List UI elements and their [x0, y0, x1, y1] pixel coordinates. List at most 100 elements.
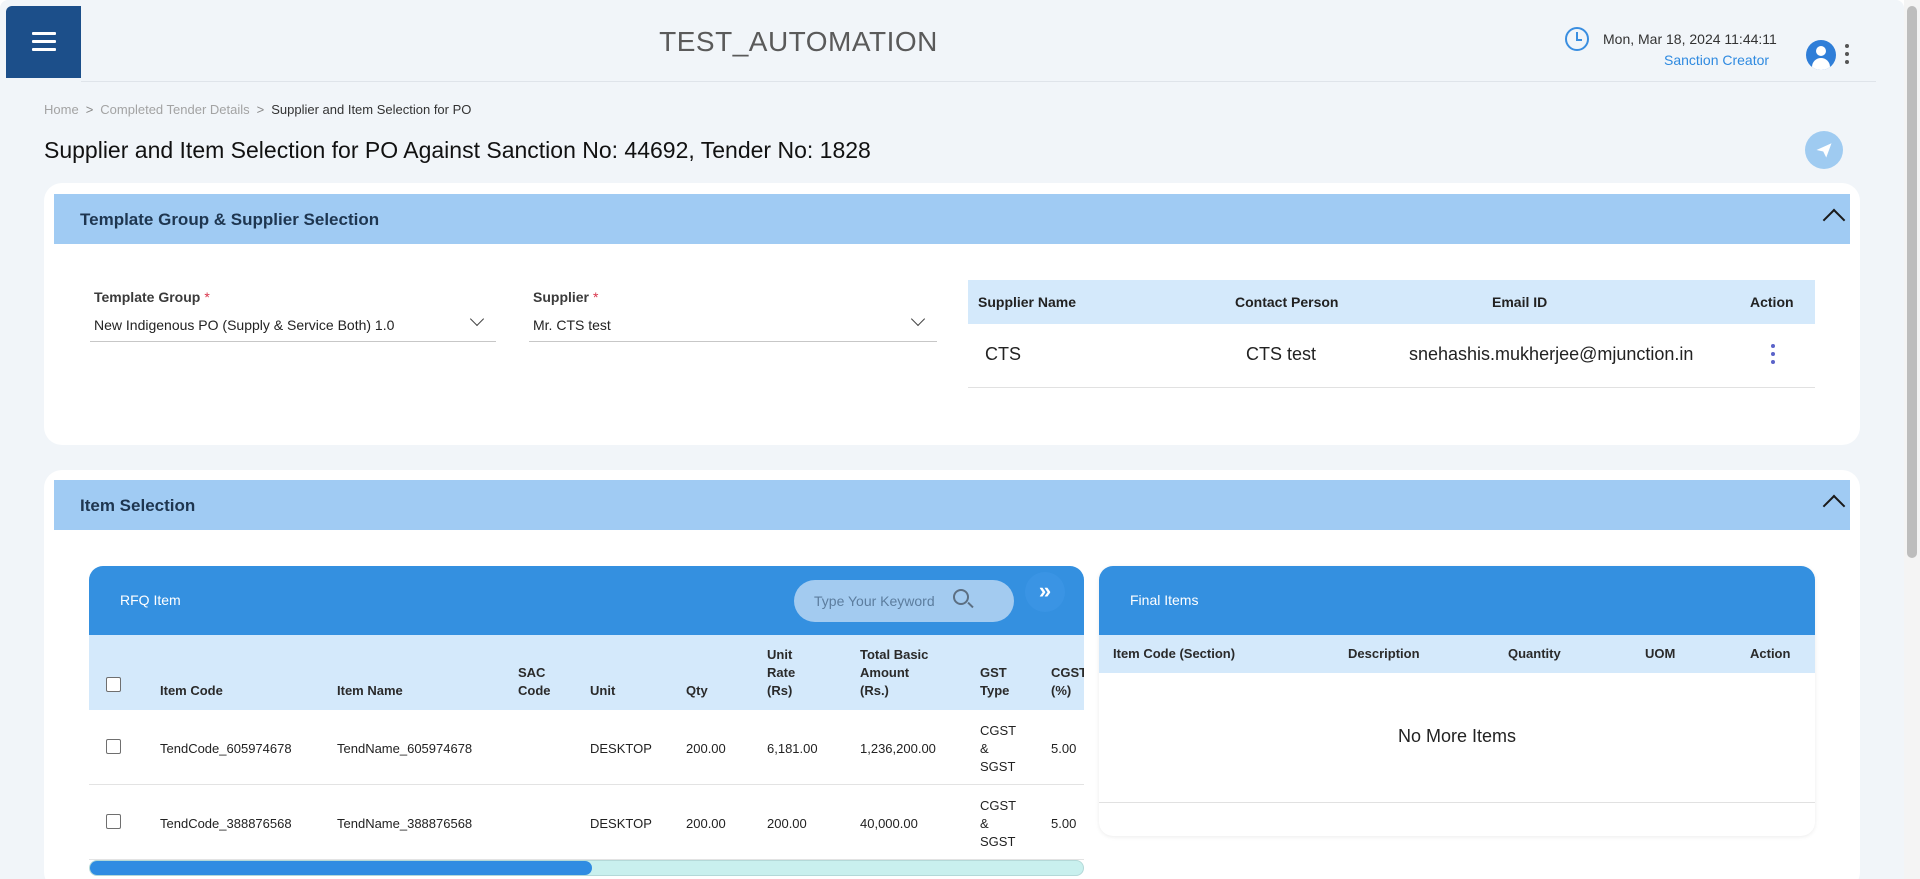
- final-items-panel: Final Items Item Code (Section) Descript…: [1099, 566, 1815, 836]
- current-datetime: Mon, Mar 18, 2024 11:44:11: [1603, 31, 1777, 47]
- column-header: Item Code (Section): [1113, 646, 1236, 661]
- column-header: CGST: [1051, 665, 1084, 680]
- breadcrumb-separator: >: [85, 102, 94, 117]
- column-header: Type: [980, 683, 1010, 698]
- email-cell: snehashis.mukherjee@mjunction.in: [1409, 344, 1694, 364]
- table-row[interactable]: TendCode_388876568 TendName_388876568 DE…: [89, 785, 1084, 860]
- column-header: SAC: [518, 665, 546, 680]
- search-box[interactable]: [794, 580, 1014, 622]
- send-icon: [1816, 143, 1832, 158]
- send-button[interactable]: [1805, 131, 1843, 169]
- template-group-select[interactable]: Template Group * New Indigenous PO (Suppl…: [90, 283, 496, 343]
- clock-icon: [1565, 27, 1589, 51]
- column-header: Supplier Name: [978, 294, 1077, 310]
- final-items-table-header: Item Code (Section) Description Quantity…: [1099, 635, 1815, 673]
- cgst-cell: 5.00: [1051, 816, 1077, 831]
- rfq-item-title: RFQ Item: [120, 592, 181, 608]
- breadcrumb-separator: >: [256, 102, 265, 117]
- template-group-value: New Indigenous PO (Supply & Service Both…: [94, 317, 395, 333]
- app-frame: TEST_AUTOMATION Mon, Mar 18, 2024 11:44:…: [0, 0, 1904, 879]
- column-header: Action: [1750, 646, 1791, 661]
- select-all-checkbox[interactable]: [106, 677, 121, 692]
- page-scroll-thumb[interactable]: [1907, 6, 1917, 558]
- column-header: Code: [518, 683, 551, 698]
- move-to-final-button[interactable]: »: [1025, 572, 1065, 612]
- user-avatar-icon[interactable]: [1806, 40, 1836, 70]
- search-icon[interactable]: [953, 589, 969, 605]
- supplier-table-header: Supplier Name Contact Person Email ID Ac…: [968, 280, 1815, 324]
- unit-rate-cell: 200.00: [767, 816, 807, 831]
- gst-type-cell: CGST: [980, 723, 1017, 738]
- double-chevron-right-icon: »: [1038, 578, 1052, 603]
- gst-type-cell: &: [980, 741, 989, 756]
- column-header: (%): [1051, 683, 1072, 698]
- item-code-cell: TendCode_605974678: [160, 741, 292, 756]
- column-header: Unit: [590, 683, 616, 698]
- contact-person-cell: CTS test: [1246, 344, 1317, 364]
- column-header: Rate: [767, 665, 796, 680]
- row-checkbox[interactable]: [106, 814, 121, 829]
- chevron-down-icon[interactable]: [469, 311, 485, 327]
- column-header: Total Basic: [860, 647, 929, 662]
- collapse-chevron-icon[interactable]: [1822, 494, 1846, 518]
- column-header: Action: [1750, 294, 1794, 310]
- row-checkbox[interactable]: [106, 739, 121, 754]
- gst-type-cell: &: [980, 816, 989, 831]
- chevron-down-icon[interactable]: [910, 311, 926, 327]
- search-input[interactable]: [814, 590, 974, 612]
- column-header: Description: [1348, 646, 1420, 661]
- header-divider: [81, 81, 1876, 82]
- item-selection-section-header[interactable]: Item Selection: [54, 480, 1850, 530]
- supplier-table: Supplier Name Contact Person Email ID Ac…: [968, 280, 1815, 388]
- column-header: Item Name: [337, 683, 403, 698]
- horizontal-scrollbar[interactable]: [89, 860, 1084, 876]
- final-items-header: Final Items: [1099, 566, 1815, 635]
- page-scrollbar[interactable]: [1904, 0, 1920, 879]
- rfq-item-header: RFQ Item »: [89, 566, 1084, 635]
- item-code-cell: TendCode_388876568: [160, 816, 292, 831]
- supplier-label: Supplier: [533, 289, 590, 305]
- template-supplier-section-header[interactable]: Template Group & Supplier Selection: [54, 194, 1850, 244]
- table-row: CTS CTS test snehashis.mukherjee@mjuncti…: [968, 324, 1815, 388]
- required-marker: *: [204, 289, 210, 305]
- column-header: Email ID: [1492, 294, 1548, 310]
- rfq-table-header: Item Code Item Name SAC Code Unit Qty Un…: [89, 635, 1084, 710]
- page-title: Supplier and Item Selection for PO Again…: [44, 137, 871, 163]
- column-header: (Rs.): [860, 683, 889, 698]
- user-role: Sanction Creator: [1664, 52, 1770, 68]
- breadcrumb-current: Supplier and Item Selection for PO: [271, 102, 472, 117]
- column-header: Contact Person: [1235, 294, 1339, 310]
- required-marker: *: [593, 289, 599, 305]
- unit-cell: DESKTOP: [590, 816, 652, 831]
- final-items-title: Final Items: [1130, 592, 1199, 608]
- gst-type-cell: SGST: [980, 834, 1016, 849]
- item-name-cell: TendName_605974678: [337, 741, 473, 756]
- table-row[interactable]: TendCode_605974678 TendName_605974678 DE…: [89, 710, 1084, 785]
- section-title: Template Group & Supplier Selection: [80, 210, 380, 229]
- empty-state-message: No More Items: [1397, 726, 1517, 746]
- breadcrumb-home[interactable]: Home: [44, 102, 79, 117]
- horizontal-scroll-thumb[interactable]: [90, 861, 592, 875]
- breadcrumb: Home > Completed Tender Details > Supplier a…: [44, 102, 471, 117]
- column-header: Quantity: [1508, 646, 1561, 661]
- column-header: Qty: [686, 683, 708, 698]
- item-name-cell: TendName_388876568: [337, 816, 473, 831]
- qty-cell: 200.00: [686, 816, 726, 831]
- gst-type-cell: CGST: [980, 798, 1017, 813]
- gst-type-cell: SGST: [980, 759, 1016, 774]
- unit-cell: DESKTOP: [590, 741, 652, 756]
- column-header: Amount: [860, 665, 910, 680]
- section-title: Item Selection: [80, 496, 196, 515]
- supplier-select[interactable]: Supplier * Mr. CTS test: [529, 283, 937, 343]
- column-header: Unit: [767, 647, 793, 662]
- column-header: GST: [980, 665, 1007, 680]
- supplier-name-cell: CTS: [985, 344, 1021, 364]
- cgst-cell: 5.00: [1051, 741, 1077, 756]
- row-action-menu-icon[interactable]: [1770, 344, 1776, 364]
- breadcrumb-completed-tender-details[interactable]: Completed Tender Details: [100, 102, 249, 117]
- collapse-chevron-icon[interactable]: [1822, 208, 1846, 232]
- more-options-icon[interactable]: [1844, 44, 1850, 64]
- column-header: UOM: [1645, 646, 1676, 661]
- supplier-value: Mr. CTS test: [533, 317, 611, 333]
- qty-cell: 200.00: [686, 741, 726, 756]
